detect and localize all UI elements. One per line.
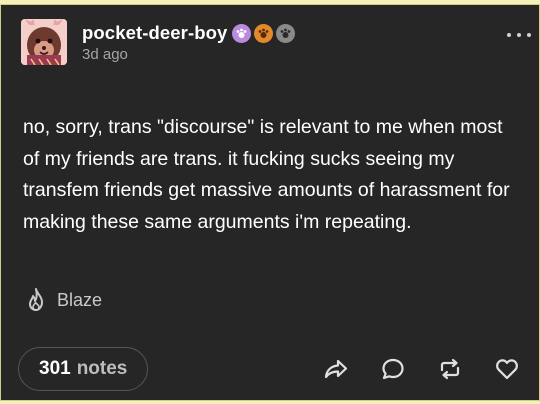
more-options-icon[interactable] bbox=[507, 29, 531, 41]
notes-count: 301 bbox=[39, 358, 71, 379]
tag-blaze[interactable]: Blaze bbox=[23, 287, 102, 313]
post-card: pocket-deer-boy 3d ago no, sorry, trans … bbox=[0, 4, 540, 401]
badge-list bbox=[232, 23, 298, 43]
paw-badge-icon[interactable] bbox=[276, 23, 296, 43]
paw-badge-icon[interactable] bbox=[232, 23, 252, 43]
notes-button[interactable]: 301 notes bbox=[18, 347, 149, 391]
post-actions bbox=[293, 355, 521, 383]
post-timestamp[interactable]: 3d ago bbox=[82, 46, 298, 63]
share-icon[interactable] bbox=[322, 355, 350, 383]
flame-icon bbox=[23, 287, 49, 313]
deer-avatar-icon bbox=[21, 19, 67, 65]
like-icon[interactable] bbox=[493, 355, 521, 383]
reply-icon[interactable] bbox=[379, 355, 407, 383]
notes-label: notes bbox=[76, 358, 128, 379]
author-meta: pocket-deer-boy 3d ago bbox=[82, 21, 298, 63]
author-username[interactable]: pocket-deer-boy bbox=[82, 22, 227, 44]
post-header: pocket-deer-boy 3d ago bbox=[21, 19, 523, 75]
post-footer: 301 notes bbox=[18, 345, 521, 393]
avatar[interactable] bbox=[21, 19, 67, 65]
reblog-icon[interactable] bbox=[436, 355, 464, 383]
author-name-row: pocket-deer-boy bbox=[82, 21, 298, 45]
tag-label: Blaze bbox=[57, 289, 103, 310]
paw-badge-icon[interactable] bbox=[254, 23, 274, 43]
post-body: no, sorry, trans "discourse" is relevant… bbox=[23, 116, 510, 233]
